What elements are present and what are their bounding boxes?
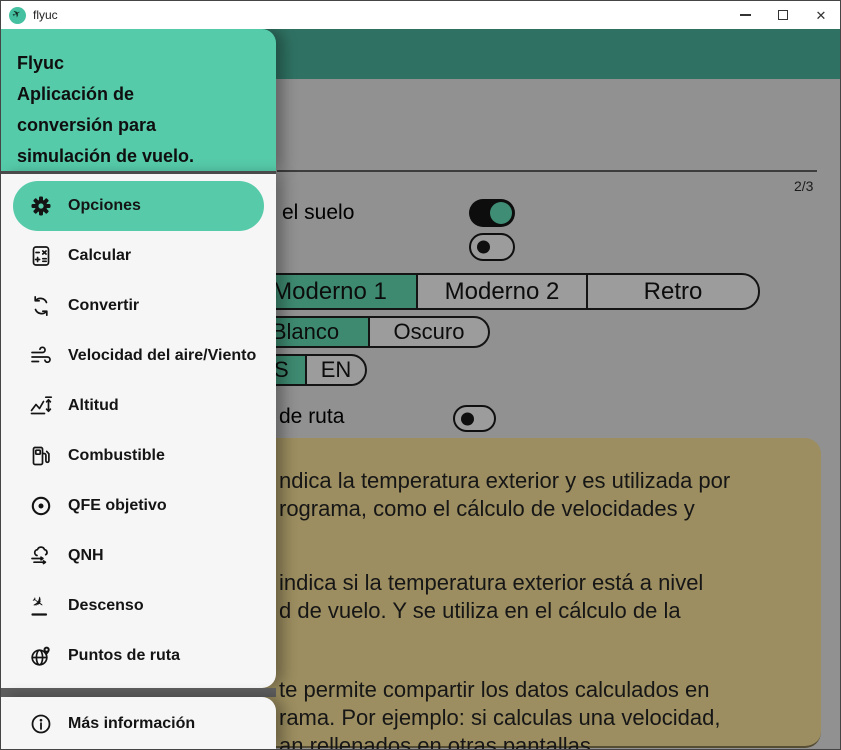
close-button[interactable]: ✕ <box>802 1 840 29</box>
calculator-icon <box>29 244 53 268</box>
drawer-footer: Más información <box>1 697 276 749</box>
page-indicator: 2/3 <box>794 178 814 194</box>
minimize-icon <box>739 14 751 16</box>
segment-retro[interactable]: Retro <box>586 275 758 308</box>
info-line: an rellenados en otras pantallas. <box>279 733 597 750</box>
app-window: ✈ flyuc ✕ 2/3 el suelo Moderno 1 Moderno… <box>0 0 841 750</box>
segment-moderno-2[interactable]: Moderno 2 <box>416 275 586 308</box>
section-divider <box>277 170 817 172</box>
plane-glyph: ✈ <box>10 7 24 22</box>
menu-item-label: QFE objetivo <box>68 497 167 514</box>
menu-item-opciones[interactable]: Opciones <box>13 181 264 231</box>
info-line: indica si la temperatura exterior está a… <box>279 570 704 595</box>
menu-item-qfe-objetivo[interactable]: QFE objetivo <box>1 481 276 531</box>
menu-item-descenso[interactable]: ✈ Descenso <box>1 581 276 631</box>
drawer-header: Flyuc Aplicación de conversión para simu… <box>1 29 276 171</box>
minimize-button[interactable] <box>726 1 764 29</box>
style-segmented-control: Moderno 1 Moderno 2 Retro <box>241 273 760 310</box>
menu-item-convertir[interactable]: Convertir <box>1 281 276 331</box>
menu-item-combustible[interactable]: Combustible <box>1 431 276 481</box>
drawer-title: Flyuc <box>17 53 65 73</box>
drawer-subtitle-line: simulación de vuelo. <box>17 146 195 166</box>
window-title: flyuc <box>33 8 58 22</box>
menu-item-mas-informacion[interactable]: Más información <box>1 697 276 749</box>
app-logo-icon: ✈ <box>9 6 26 24</box>
drawer-subtitle-line: Aplicación de <box>17 84 135 104</box>
menu-item-label: Combustible <box>68 447 165 464</box>
menu-item-altitud[interactable]: Altitud <box>1 381 276 431</box>
drawer-header-divider <box>1 171 276 174</box>
info-line: rama. Por ejemplo: si calculas una veloc… <box>279 705 721 730</box>
segment-oscuro[interactable]: Oscuro <box>368 318 488 346</box>
menu-item-label: QNH <box>68 547 104 564</box>
toggle-thumb <box>477 240 490 254</box>
svg-text:✈: ✈ <box>29 594 48 613</box>
gear-icon <box>29 194 53 218</box>
menu-item-label: Altitud <box>68 397 119 414</box>
menu-item-label: Calcular <box>68 247 132 264</box>
segment-en[interactable]: EN <box>305 356 365 384</box>
info-line: ndica la temperatura exterior y es utili… <box>279 468 731 493</box>
navigation-drawer: Opciones Calcular Convertir Velocidad de… <box>1 174 276 688</box>
menu-item-label: Descenso <box>68 597 144 614</box>
maximize-button[interactable] <box>764 1 802 29</box>
menu-item-label: Más información <box>68 715 196 732</box>
ground-temp-label-fragment: el suelo <box>282 201 355 224</box>
altitude-icon <box>29 394 53 418</box>
menu-item-label: Puntos de ruta <box>68 647 181 664</box>
menu-item-velocidad-viento[interactable]: Velocidad del aire/Viento <box>1 331 276 381</box>
close-icon: ✕ <box>815 7 827 23</box>
toggle-thumb <box>490 202 512 224</box>
route-toggle[interactable] <box>453 405 496 432</box>
menu-item-label: Velocidad del aire/Viento <box>68 347 257 364</box>
ground-temp-toggle[interactable] <box>469 199 515 227</box>
info-line: d de vuelo. Y se utiliza en el cálculo d… <box>279 598 681 623</box>
menu-item-calcular[interactable]: Calcular <box>1 231 276 281</box>
globe-pin-icon <box>29 644 53 668</box>
target-icon <box>29 494 53 518</box>
menu-item-puntos-de-ruta[interactable]: Puntos de ruta <box>1 631 276 681</box>
menu-item-label: Opciones <box>68 197 141 214</box>
toggle-thumb <box>461 412 474 425</box>
title-bar: ✈ flyuc ✕ <box>1 1 840 29</box>
info-line: te permite compartir los datos calculado… <box>279 677 710 702</box>
secondary-toggle[interactable] <box>469 233 515 261</box>
drawer-footer-divider <box>1 688 276 697</box>
drawer-subtitle-line: conversión para <box>17 115 157 135</box>
menu-item-label: Convertir <box>68 297 140 314</box>
plane-descent-icon: ✈ <box>29 594 53 618</box>
info-line: rograma, como el cálculo de velocidades … <box>279 496 695 521</box>
maximize-icon <box>778 10 788 20</box>
cloud-pressure-icon <box>29 544 53 568</box>
wind-icon <box>29 344 53 368</box>
theme-segmented-control: Blanco Oscuro <box>241 316 490 348</box>
menu-item-qnh[interactable]: QNH <box>1 531 276 581</box>
convert-arrows-icon <box>29 294 53 318</box>
route-label-fragment: de ruta <box>279 405 345 428</box>
info-icon <box>29 712 53 736</box>
fuel-pump-icon <box>29 444 53 468</box>
